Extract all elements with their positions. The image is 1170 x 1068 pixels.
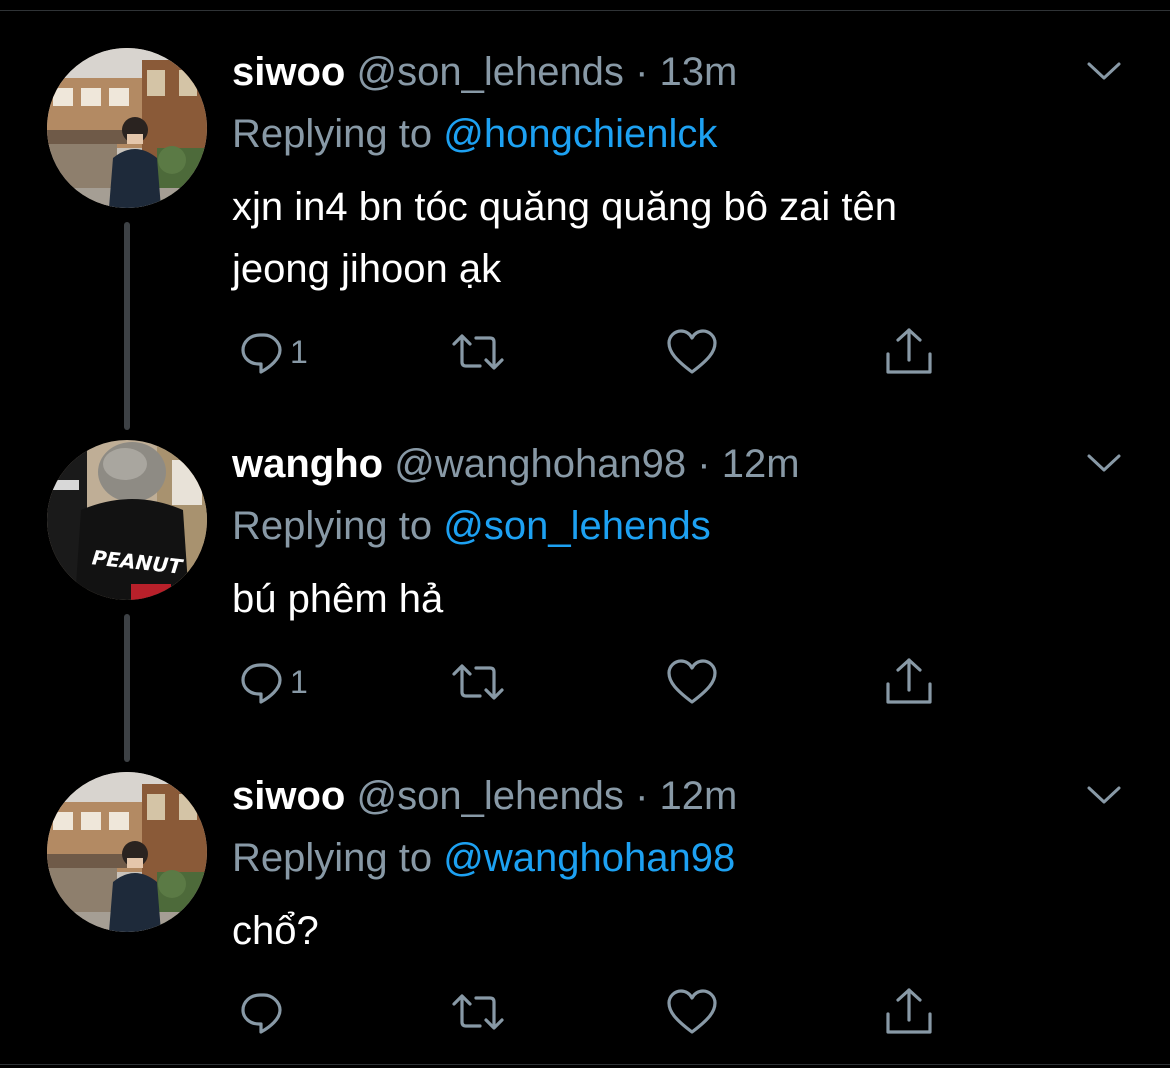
- caret-down-icon[interactable]: [1086, 452, 1122, 474]
- retweet-icon: [452, 334, 504, 370]
- avatar[interactable]: [47, 772, 207, 932]
- action-bar: [232, 982, 972, 1042]
- tweet-text: xjn in4 bn tóc quăng quăng bô zai tên je…: [232, 176, 1112, 300]
- caret-down-icon[interactable]: [1086, 60, 1122, 82]
- bottom-divider: [0, 1064, 1170, 1065]
- share-button[interactable]: [884, 652, 934, 712]
- reply-button[interactable]: 1: [238, 652, 308, 712]
- timestamp[interactable]: 12m: [660, 774, 738, 818]
- reply-icon: [241, 333, 282, 374]
- caret-down-icon[interactable]: [1086, 784, 1122, 806]
- display-name[interactable]: wangho: [232, 442, 383, 486]
- like-button[interactable]: [666, 322, 718, 382]
- share-button[interactable]: [884, 982, 934, 1042]
- tweet-text: chổ?: [232, 900, 1112, 962]
- like-icon: [667, 659, 717, 704]
- tweet-text-line: jeong jihoon ạk: [232, 247, 502, 291]
- share-icon: [886, 658, 932, 704]
- replying-to: Replying to @wanghohan98: [232, 834, 735, 882]
- user-handle[interactable]: @son_lehends: [356, 774, 623, 818]
- reply-count: 1: [290, 664, 308, 700]
- reply-icon: [241, 993, 282, 1034]
- thread-line: [124, 614, 130, 762]
- retweet-button[interactable]: [450, 982, 506, 1042]
- retweet-icon: [452, 664, 504, 700]
- reply-button[interactable]: [238, 982, 290, 1042]
- action-bar: 1: [232, 652, 972, 712]
- share-icon: [886, 988, 932, 1034]
- reply-count: 1: [290, 334, 308, 370]
- tweet-text-line: xjn in4 bn tóc quăng quăng bô zai tên: [232, 185, 897, 229]
- tweet-header: siwoo @son_lehends · 13m: [232, 48, 737, 96]
- share-icon: [886, 328, 932, 374]
- like-button[interactable]: [666, 652, 718, 712]
- replying-to: Replying to @son_lehends: [232, 502, 711, 550]
- tweet-text: bú phêm hả: [232, 568, 1112, 630]
- share-button[interactable]: [884, 322, 934, 382]
- separator-dot: ·: [697, 442, 711, 486]
- like-icon: [667, 329, 717, 374]
- avatar[interactable]: PEANUT: [47, 440, 207, 600]
- separator-dot: ·: [635, 50, 649, 94]
- replying-to-label: Replying to: [232, 112, 444, 156]
- replying-to: Replying to @hongchienlck: [232, 110, 717, 158]
- tweet-thread: siwoo @son_lehends · 13m Replying to @ho…: [0, 0, 1170, 1068]
- like-button[interactable]: [666, 982, 718, 1042]
- retweet-button[interactable]: [450, 652, 506, 712]
- mention-link[interactable]: @wanghohan98: [443, 836, 735, 880]
- thread-line: [124, 222, 130, 430]
- tweet-text-line: chổ?: [232, 909, 319, 953]
- separator-dot: ·: [635, 774, 649, 818]
- mention-link[interactable]: @son_lehends: [443, 504, 710, 548]
- reply-icon: [241, 663, 282, 704]
- avatar-street-photo: [47, 48, 207, 208]
- retweet-button[interactable]: [450, 322, 506, 382]
- retweet-icon: [452, 994, 504, 1030]
- tweet-text-line: bú phêm hả: [232, 577, 444, 621]
- reply-button[interactable]: 1: [238, 322, 308, 382]
- display-name[interactable]: siwoo: [232, 774, 345, 818]
- display-name[interactable]: siwoo: [232, 50, 345, 94]
- user-handle[interactable]: @wanghohan98: [394, 442, 686, 486]
- avatar[interactable]: [47, 48, 207, 208]
- replying-to-label: Replying to: [232, 504, 444, 548]
- tweet-header: wangho @wanghohan98 · 12m: [232, 440, 800, 488]
- avatar-peanut-jacket: PEANUT: [47, 440, 207, 600]
- timestamp[interactable]: 12m: [722, 442, 800, 486]
- user-handle[interactable]: @son_lehends: [356, 50, 623, 94]
- tweet-header: siwoo @son_lehends · 12m: [232, 772, 737, 820]
- replying-to-label: Replying to: [232, 836, 444, 880]
- avatar-street-photo: [47, 772, 207, 932]
- top-divider: [0, 10, 1170, 11]
- action-bar: 1: [232, 322, 972, 382]
- mention-link[interactable]: @hongchienlck: [443, 112, 717, 156]
- like-icon: [667, 989, 717, 1034]
- timestamp[interactable]: 13m: [660, 50, 738, 94]
